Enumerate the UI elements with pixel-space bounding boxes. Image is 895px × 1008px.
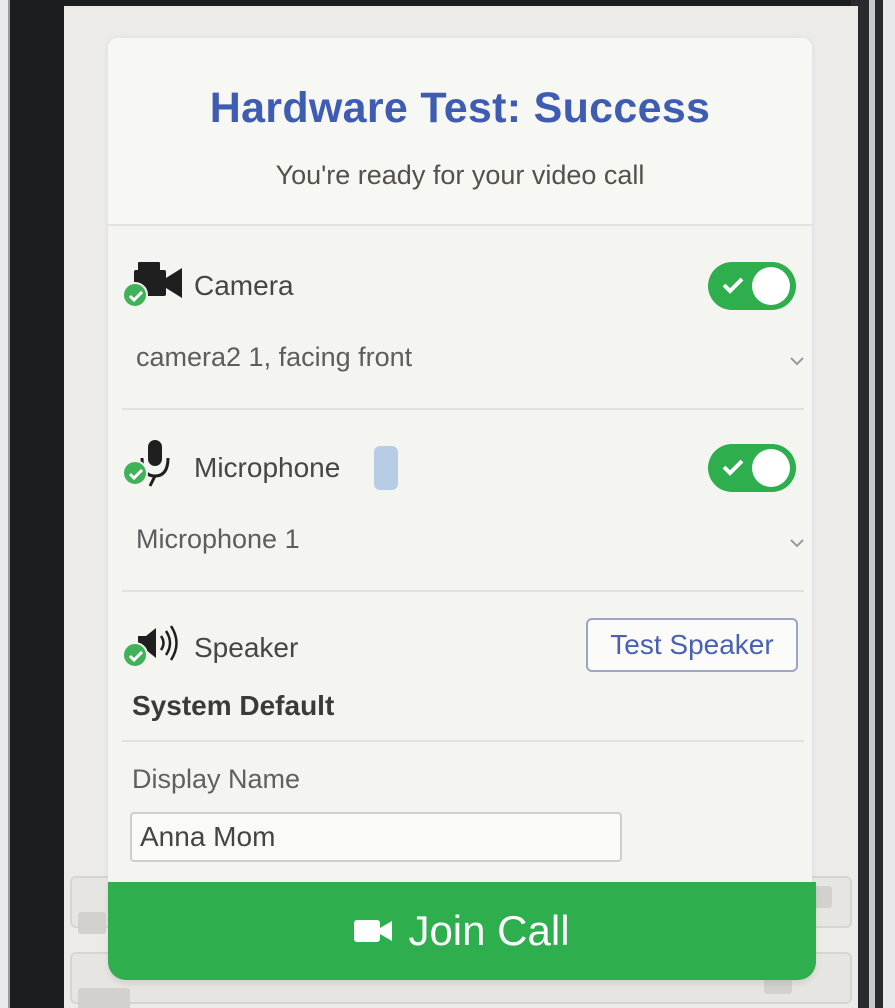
join-call-button[interactable]: Join Call: [108, 882, 816, 980]
microphone-check-icon: [122, 460, 148, 486]
video-camera-icon: [354, 920, 393, 942]
camera-select[interactable]: camera2 1, facing front: [136, 342, 806, 388]
camera-check-icon: [122, 282, 148, 308]
join-call-label: Join Call: [408, 907, 570, 954]
camera-label: Camera: [194, 270, 294, 301]
speaker-label: Speaker: [194, 632, 299, 663]
background-chip: [78, 988, 130, 1008]
section-divider: [122, 590, 804, 592]
toggle-knob: [752, 267, 790, 305]
microphone-select[interactable]: Microphone 1: [136, 524, 806, 570]
background-chip: [78, 912, 106, 934]
camera-toggle[interactable]: [708, 262, 796, 310]
display-name-input[interactable]: [130, 812, 622, 862]
page-subtitle: You're ready for your video call: [275, 160, 645, 190]
page-title: Hardware Test: Success: [209, 84, 711, 132]
chevron-down-icon: [790, 539, 804, 548]
hardware-test-card: Hardware Test: Success You're ready for …: [108, 38, 812, 890]
camera-section: Camera camera2 1, facing front: [122, 250, 804, 420]
app-screen: Hardware Test: Success You're ready for …: [64, 6, 858, 1008]
camera-select-value: camera2 1, facing front: [136, 342, 413, 372]
microphone-section: Microphone Microphone 1: [122, 430, 804, 600]
speaker-device-value: System Default: [132, 690, 335, 721]
display-name-label: Display Name: [132, 764, 301, 794]
speaker-section: Speaker Test Speaker System Default: [122, 612, 804, 752]
section-divider: [122, 408, 804, 410]
microphone-toggle[interactable]: [708, 444, 796, 492]
section-divider: [122, 740, 804, 742]
microphone-label: Microphone: [194, 452, 341, 483]
chevron-down-icon: [790, 357, 804, 366]
display-name-section: Display Name: [122, 760, 804, 890]
card-header: Hardware Test: Success You're ready for …: [108, 38, 812, 226]
speaker-check-icon: [122, 642, 148, 668]
toggle-knob: [752, 449, 790, 487]
microphone-select-value: Microphone 1: [136, 524, 300, 554]
test-speaker-button[interactable]: Test Speaker: [586, 618, 798, 672]
microphone-level-meter: [374, 446, 398, 490]
